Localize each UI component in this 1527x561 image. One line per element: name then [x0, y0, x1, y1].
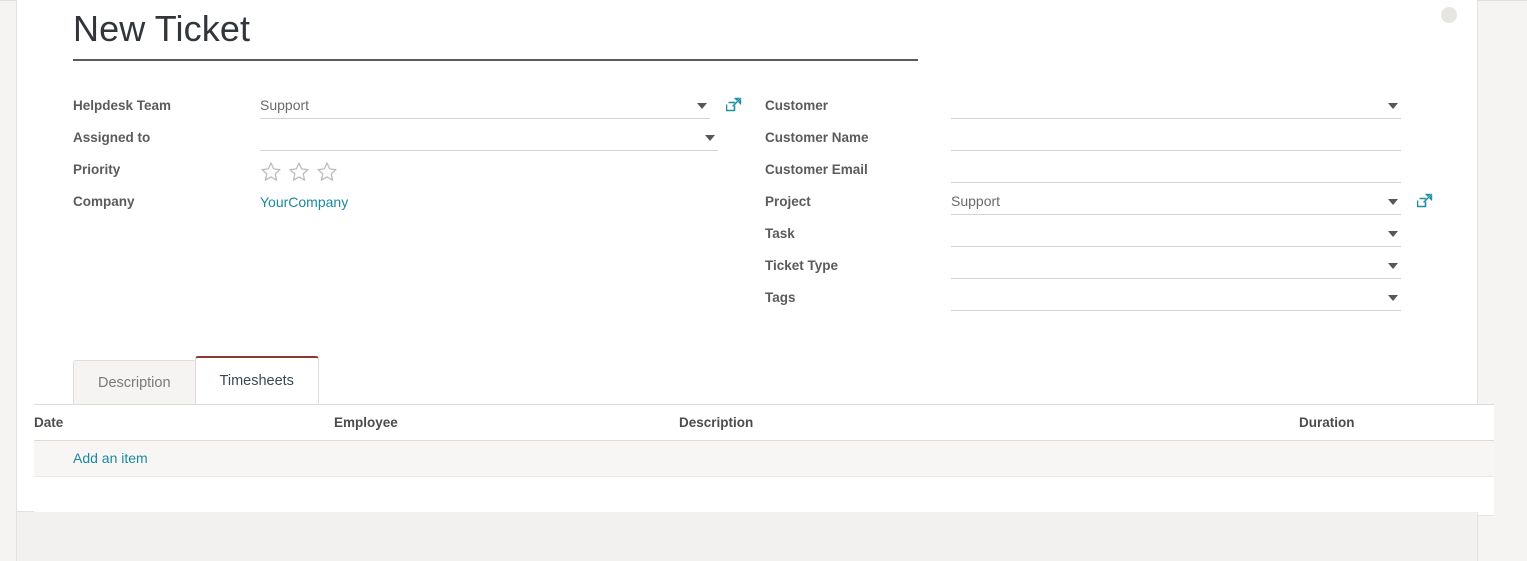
project-input[interactable]: Support — [951, 191, 1401, 215]
add-item-cell[interactable]: Add an item — [34, 440, 1494, 477]
field-ticket-type: Ticket Type — [765, 255, 1420, 287]
priority-stars[interactable] — [260, 159, 718, 182]
field-label-tags: Tags — [765, 290, 796, 305]
customer-email-input[interactable] — [951, 159, 1401, 183]
star-outline-icon[interactable] — [316, 161, 338, 182]
empty-row-cell — [34, 476, 1494, 516]
star-outline-icon[interactable] — [288, 161, 310, 182]
chevron-down-icon[interactable] — [1388, 199, 1398, 205]
form-sheet: New Ticket Helpdesk Team Support Assigne… — [16, 0, 1494, 516]
ticket-type-input[interactable] — [951, 255, 1401, 279]
assigned-to-input[interactable] — [260, 127, 718, 151]
task-input[interactable] — [951, 223, 1401, 247]
chevron-down-icon[interactable] — [1388, 103, 1398, 109]
field-tags: Tags — [765, 287, 1420, 319]
column-header-description[interactable]: Description — [679, 405, 1299, 441]
odoo-form-view: New Ticket Helpdesk Team Support Assigne… — [0, 0, 1527, 561]
field-label-project: Project — [765, 194, 811, 209]
field-label-company: Company — [73, 194, 135, 209]
field-helpdesk-team: Helpdesk Team Support — [73, 95, 742, 127]
field-label-ticket-type: Ticket Type — [765, 258, 839, 273]
form-column-left: Helpdesk Team Support Assigned to Priori… — [73, 95, 742, 223]
project-value: Support — [951, 193, 1001, 209]
table-row — [34, 476, 1494, 516]
tab-timesheets[interactable]: Timesheets — [194, 356, 319, 404]
field-assigned-to: Assigned to — [73, 127, 718, 159]
external-link-icon[interactable] — [726, 97, 742, 113]
field-label-task: Task — [765, 226, 795, 241]
column-header-duration[interactable]: Duration — [1299, 405, 1494, 441]
field-label-priority: Priority — [73, 162, 121, 177]
sheet-footer — [16, 512, 1478, 561]
field-company: Company YourCompany — [73, 191, 718, 223]
field-customer-email: Customer Email — [765, 159, 1420, 191]
tags-input[interactable] — [951, 287, 1401, 311]
title-block: New Ticket — [73, 6, 918, 61]
customer-name-input[interactable] — [951, 127, 1401, 151]
timesheets-list: Date Employee Description Duration Add a… — [34, 404, 1494, 516]
chevron-down-icon[interactable] — [697, 103, 707, 109]
form-column-right: Customer Customer Name Customer Email Pr… — [765, 95, 1433, 319]
add-item-row[interactable]: Add an item — [34, 440, 1494, 477]
table-header-row: Date Employee Description Duration — [34, 405, 1494, 441]
field-priority: Priority — [73, 159, 718, 191]
field-label-customer: Customer — [765, 98, 829, 113]
field-label-helpdesk-team: Helpdesk Team — [73, 98, 172, 113]
chevron-down-icon[interactable] — [1388, 231, 1398, 237]
customer-input[interactable] — [951, 95, 1401, 119]
page-title: New Ticket — [73, 8, 251, 49]
company-link[interactable]: YourCompany — [260, 194, 348, 210]
field-customer-name: Customer Name — [765, 127, 1420, 159]
chevron-down-icon[interactable] — [1388, 295, 1398, 301]
field-label-assigned-to: Assigned to — [73, 130, 151, 145]
timesheets-table: Date Employee Description Duration Add a… — [34, 405, 1494, 516]
star-outline-icon[interactable] — [260, 161, 282, 182]
field-label-customer-name: Customer Name — [765, 130, 869, 145]
avatar-placeholder-icon — [1441, 7, 1457, 23]
column-header-employee[interactable]: Employee — [334, 405, 679, 441]
notebook-tabs: Description Timesheets — [73, 356, 1473, 404]
notebook: Description Timesheets — [73, 356, 1473, 404]
helpdesk-team-value: Support — [260, 97, 310, 113]
field-label-customer-email: Customer Email — [765, 162, 868, 177]
column-header-date[interactable]: Date — [34, 405, 334, 441]
helpdesk-team-input[interactable]: Support — [260, 95, 710, 119]
field-customer: Customer — [765, 95, 1420, 127]
external-link-icon[interactable] — [1417, 193, 1433, 209]
tab-description[interactable]: Description — [73, 360, 196, 404]
chevron-down-icon[interactable] — [705, 135, 715, 141]
title-underline — [73, 59, 918, 61]
field-project: Project Support — [765, 191, 1433, 223]
chevron-down-icon[interactable] — [1388, 263, 1398, 269]
field-task: Task — [765, 223, 1420, 255]
add-an-item-link[interactable]: Add an item — [73, 450, 148, 466]
